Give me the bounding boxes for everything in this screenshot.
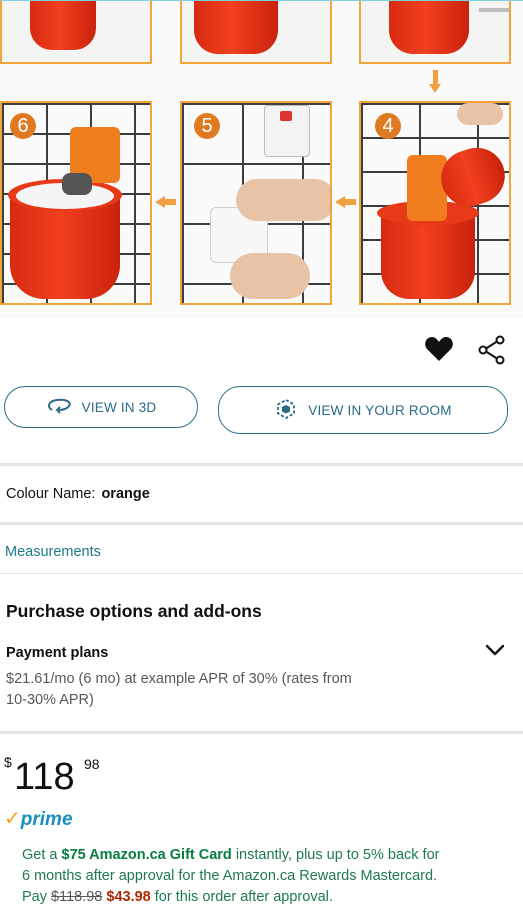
prime-badge: ✓prime (4, 806, 73, 831)
instruction-tile-top-left (0, 0, 152, 64)
section-divider (0, 731, 523, 734)
instruction-step-4: 4 (359, 101, 511, 305)
ar-cube-icon (274, 397, 298, 424)
section-divider (0, 463, 523, 466)
measurements-link[interactable]: Measurements (5, 544, 101, 560)
colour-name-label: Colour Name: (6, 486, 96, 502)
gift-card-offer: $75 Amazon.ca Gift Card (61, 847, 232, 863)
colour-name-row: Colour Name: orange (6, 486, 150, 502)
price-whole: 118 (14, 756, 75, 798)
section-divider (0, 522, 523, 525)
price-currency-symbol: $ (4, 754, 12, 770)
instruction-step-5: 5 (180, 101, 332, 305)
price-display: $ 118 98 (4, 754, 124, 800)
payment-plans-heading: Payment plans (6, 645, 109, 661)
instruction-tile-top-right (359, 0, 511, 64)
section-divider (0, 573, 523, 574)
view-in-your-room-button[interactable]: VIEW IN YOUR ROOM (218, 386, 508, 434)
promo-price: $43.98 (102, 889, 151, 905)
instruction-tile-top-middle (180, 0, 332, 64)
view-in-3d-button[interactable]: VIEW IN 3D (4, 386, 198, 428)
step-number-badge: 6 (10, 113, 36, 139)
prime-check-icon: ✓ (4, 808, 21, 830)
view-in-3d-label: VIEW IN 3D (81, 399, 157, 415)
original-price: $118.98 (51, 889, 103, 905)
view-in-your-room-label: VIEW IN YOUR ROOM (308, 402, 452, 418)
chevron-down-icon[interactable] (484, 642, 506, 663)
instruction-step-6: 6 (0, 101, 152, 305)
product-image-gallery[interactable]: 6 5 4 (0, 0, 523, 318)
price-fraction: 98 (84, 756, 100, 772)
step-number-badge: 4 (375, 113, 401, 139)
payment-plans-section[interactable]: Payment plans $21.61/mo (6 mo) at exampl… (0, 638, 523, 718)
heart-icon[interactable] (424, 335, 454, 363)
rewards-card-promo[interactable]: Get a $75 Amazon.ca Gift Card instantly,… (22, 845, 517, 908)
payment-plans-detail: $21.61/mo (6 mo) at example APR of 30% (… (6, 671, 352, 708)
step-number-badge: 5 (194, 113, 220, 139)
prime-label: prime (20, 809, 73, 830)
colour-name-value: orange (101, 486, 150, 502)
purchase-options-heading: Purchase options and add-ons (6, 601, 262, 621)
share-icon[interactable] (478, 335, 506, 365)
rotate-3d-icon (46, 398, 72, 417)
